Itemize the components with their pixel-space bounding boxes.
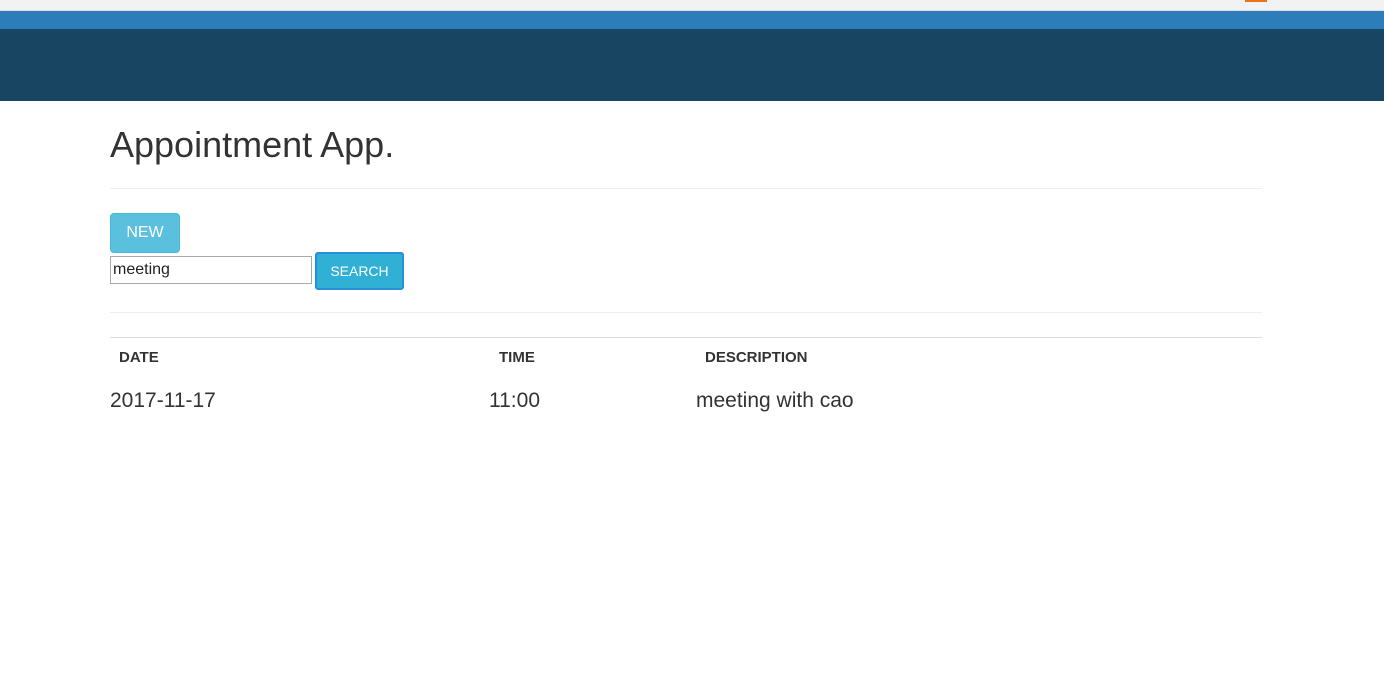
search-input[interactable] xyxy=(110,256,312,284)
column-header-description: DESCRIPTION xyxy=(705,349,808,366)
extension-icon[interactable] xyxy=(1245,0,1267,2)
search-button[interactable]: SEARCH xyxy=(315,252,404,290)
column-header-time: TIME xyxy=(499,349,535,366)
top-accent-bar xyxy=(0,11,1384,29)
search-divider xyxy=(110,312,1262,313)
new-button[interactable]: NEW xyxy=(110,213,180,253)
page-title: Appointment App. xyxy=(110,124,395,165)
cell-time: 11:00 xyxy=(489,389,540,412)
header-band xyxy=(0,29,1384,101)
column-header-date: DATE xyxy=(119,349,159,366)
cell-date: 2017-11-17 xyxy=(110,389,216,412)
title-divider xyxy=(110,188,1262,189)
table-row: 2017-11-17 11:00 meeting with cao xyxy=(110,389,1262,417)
cell-description: meeting with cao xyxy=(696,389,854,412)
browser-top-strip xyxy=(0,0,1384,11)
table-top-border xyxy=(110,337,1262,338)
